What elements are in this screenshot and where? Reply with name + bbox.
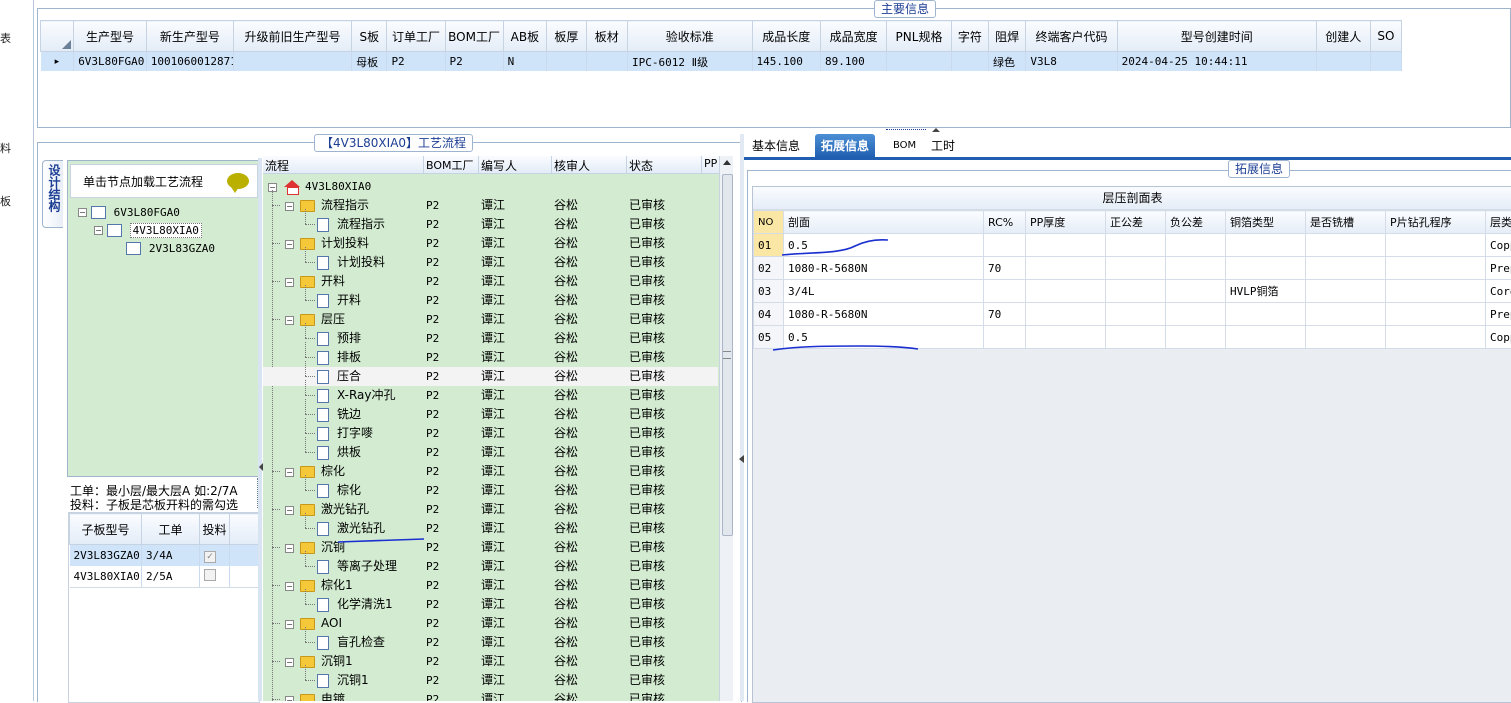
annotation-stroke bbox=[782, 240, 888, 255]
annotation-layer bbox=[0, 0, 1511, 701]
annotation-stroke bbox=[338, 539, 424, 542]
annotation-stroke bbox=[773, 346, 918, 350]
